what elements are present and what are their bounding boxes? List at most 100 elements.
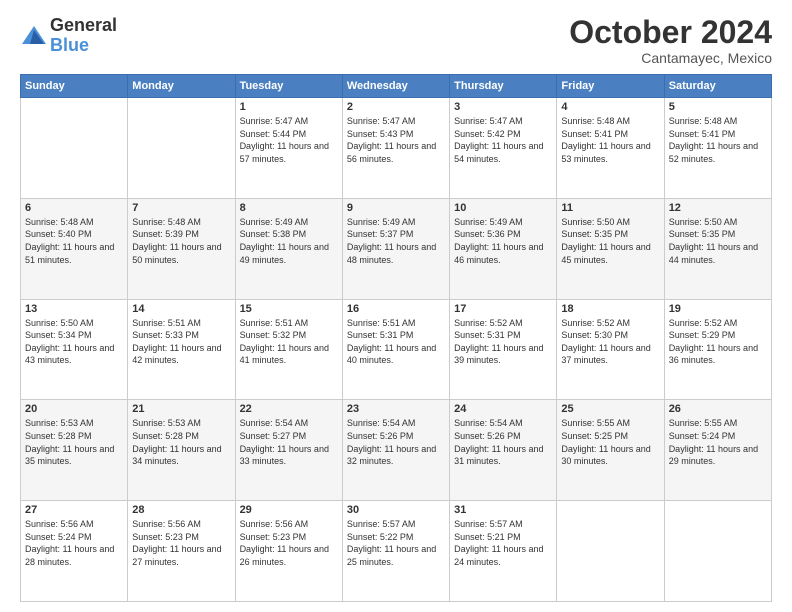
day-cell: 17Sunrise: 5:52 AM Sunset: 5:31 PM Dayli… xyxy=(450,299,557,400)
day-info: Sunrise: 5:50 AM Sunset: 5:35 PM Dayligh… xyxy=(561,216,659,266)
day-cell: 27 Sunrise: 5:56 AM Sunset: 5:24 PM Dayli… xyxy=(21,501,128,602)
day-cell: 19 Sunrise: 5:52 AM Sunset: 5:29 PM Dayli… xyxy=(664,299,771,400)
week-row: 1 Sunrise: 5:47 AM Sunset: 5:44 PM Daylig… xyxy=(21,98,772,199)
weekday-row: SundayMondayTuesdayWednesdayThursdayFrid… xyxy=(21,75,772,98)
day-info: Sunrise: 5:56 AM Sunset: 5:23 PM Dayligh… xyxy=(132,518,230,568)
day-info: Sunrise: 5:54 AM Sunset: 5:27 PM Dayligh… xyxy=(240,417,338,467)
day-number: 11 xyxy=(561,202,659,214)
day-cell: 23 Sunrise: 5:54 AM Sunset: 5:26 PM Dayli… xyxy=(342,400,449,501)
day-number: 14 xyxy=(132,303,230,315)
day-number: 21 xyxy=(132,403,230,415)
day-cell: 12 Sunrise: 5:50 AM Sunset: 5:35 PM Dayli… xyxy=(664,198,771,299)
day-number: 20 xyxy=(25,403,123,415)
day-cell: 15Sunrise: 5:51 AM Sunset: 5:32 PM Dayli… xyxy=(235,299,342,400)
day-cell: 24 Sunrise: 5:54 AM Sunset: 5:26 PM Dayli… xyxy=(450,400,557,501)
day-number: 29 xyxy=(240,504,338,516)
weekday-header: Sunday xyxy=(21,75,128,98)
day-number: 16 xyxy=(347,303,445,315)
day-number: 23 xyxy=(347,403,445,415)
day-info: Sunrise: 5:53 AM Sunset: 5:28 PM Dayligh… xyxy=(25,417,123,467)
header: General Blue October 2024 Cantamayec, Me… xyxy=(20,16,772,66)
day-info: Sunrise: 5:48 AM Sunset: 5:40 PM Dayligh… xyxy=(25,216,123,266)
weekday-header: Tuesday xyxy=(235,75,342,98)
day-cell: 10Sunrise: 5:49 AM Sunset: 5:36 PM Dayli… xyxy=(450,198,557,299)
day-number: 26 xyxy=(669,403,767,415)
day-number: 13 xyxy=(25,303,123,315)
day-cell: 25 Sunrise: 5:55 AM Sunset: 5:25 PM Dayli… xyxy=(557,400,664,501)
logo-blue: Blue xyxy=(50,36,117,56)
day-info: Sunrise: 5:52 AM Sunset: 5:29 PM Dayligh… xyxy=(669,317,767,367)
day-number: 7 xyxy=(132,202,230,214)
title-section: October 2024 Cantamayec, Mexico xyxy=(569,16,772,66)
week-row: 13 Sunrise: 5:50 AM Sunset: 5:34 PM Dayli… xyxy=(21,299,772,400)
day-info: Sunrise: 5:49 AM Sunset: 5:36 PM Dayligh… xyxy=(454,216,552,266)
weekday-header: Monday xyxy=(128,75,235,98)
day-cell: 31Sunrise: 5:57 AM Sunset: 5:21 PM Dayli… xyxy=(450,501,557,602)
day-info: Sunrise: 5:55 AM Sunset: 5:25 PM Dayligh… xyxy=(561,417,659,467)
day-number: 28 xyxy=(132,504,230,516)
day-number: 1 xyxy=(240,101,338,113)
day-info: Sunrise: 5:50 AM Sunset: 5:34 PM Dayligh… xyxy=(25,317,123,367)
day-cell xyxy=(664,501,771,602)
day-cell: 16 Sunrise: 5:51 AM Sunset: 5:31 PM Dayli… xyxy=(342,299,449,400)
day-cell: 4Sunrise: 5:48 AM Sunset: 5:41 PM Daylig… xyxy=(557,98,664,199)
day-number: 3 xyxy=(454,101,552,113)
day-cell: 1 Sunrise: 5:47 AM Sunset: 5:44 PM Daylig… xyxy=(235,98,342,199)
day-number: 5 xyxy=(669,101,767,113)
day-info: Sunrise: 5:52 AM Sunset: 5:30 PM Dayligh… xyxy=(561,317,659,367)
day-info: Sunrise: 5:54 AM Sunset: 5:26 PM Dayligh… xyxy=(347,417,445,467)
weekday-header: Friday xyxy=(557,75,664,98)
day-info: Sunrise: 5:56 AM Sunset: 5:24 PM Dayligh… xyxy=(25,518,123,568)
location: Cantamayec, Mexico xyxy=(569,50,772,66)
day-number: 6 xyxy=(25,202,123,214)
week-row: 6 Sunrise: 5:48 AM Sunset: 5:40 PM Daylig… xyxy=(21,198,772,299)
logo-general: General xyxy=(50,16,117,36)
day-cell: 13 Sunrise: 5:50 AM Sunset: 5:34 PM Dayli… xyxy=(21,299,128,400)
day-info: Sunrise: 5:51 AM Sunset: 5:31 PM Dayligh… xyxy=(347,317,445,367)
day-info: Sunrise: 5:51 AM Sunset: 5:32 PM Dayligh… xyxy=(240,317,338,367)
day-info: Sunrise: 5:54 AM Sunset: 5:26 PM Dayligh… xyxy=(454,417,552,467)
day-cell: 3 Sunrise: 5:47 AM Sunset: 5:42 PM Daylig… xyxy=(450,98,557,199)
day-cell xyxy=(21,98,128,199)
day-number: 24 xyxy=(454,403,552,415)
weekday-header: Thursday xyxy=(450,75,557,98)
day-cell: 14 Sunrise: 5:51 AM Sunset: 5:33 PM Dayli… xyxy=(128,299,235,400)
calendar-header: SundayMondayTuesdayWednesdayThursdayFrid… xyxy=(21,75,772,98)
day-cell: 8Sunrise: 5:49 AM Sunset: 5:38 PM Daylig… xyxy=(235,198,342,299)
day-number: 18 xyxy=(561,303,659,315)
day-info: Sunrise: 5:48 AM Sunset: 5:41 PM Dayligh… xyxy=(561,115,659,165)
day-info: Sunrise: 5:57 AM Sunset: 5:21 PM Dayligh… xyxy=(454,518,552,568)
day-cell: 20 Sunrise: 5:53 AM Sunset: 5:28 PM Dayli… xyxy=(21,400,128,501)
day-cell: 9Sunrise: 5:49 AM Sunset: 5:37 PM Daylig… xyxy=(342,198,449,299)
day-number: 30 xyxy=(347,504,445,516)
day-number: 25 xyxy=(561,403,659,415)
day-number: 27 xyxy=(25,504,123,516)
day-info: Sunrise: 5:57 AM Sunset: 5:22 PM Dayligh… xyxy=(347,518,445,568)
day-info: Sunrise: 5:47 AM Sunset: 5:43 PM Dayligh… xyxy=(347,115,445,165)
day-info: Sunrise: 5:49 AM Sunset: 5:38 PM Dayligh… xyxy=(240,216,338,266)
calendar-body: 1 Sunrise: 5:47 AM Sunset: 5:44 PM Daylig… xyxy=(21,98,772,602)
day-number: 9 xyxy=(347,202,445,214)
week-row: 20 Sunrise: 5:53 AM Sunset: 5:28 PM Dayli… xyxy=(21,400,772,501)
month-title: October 2024 xyxy=(569,16,772,48)
day-number: 19 xyxy=(669,303,767,315)
day-number: 12 xyxy=(669,202,767,214)
day-cell xyxy=(557,501,664,602)
calendar: SundayMondayTuesdayWednesdayThursdayFrid… xyxy=(20,74,772,602)
logo-icon xyxy=(20,22,48,50)
logo: General Blue xyxy=(20,16,117,56)
day-info: Sunrise: 5:51 AM Sunset: 5:33 PM Dayligh… xyxy=(132,317,230,367)
day-info: Sunrise: 5:47 AM Sunset: 5:42 PM Dayligh… xyxy=(454,115,552,165)
day-info: Sunrise: 5:55 AM Sunset: 5:24 PM Dayligh… xyxy=(669,417,767,467)
day-info: Sunrise: 5:47 AM Sunset: 5:44 PM Dayligh… xyxy=(240,115,338,165)
day-cell: 22Sunrise: 5:54 AM Sunset: 5:27 PM Dayli… xyxy=(235,400,342,501)
day-info: Sunrise: 5:50 AM Sunset: 5:35 PM Dayligh… xyxy=(669,216,767,266)
day-number: 17 xyxy=(454,303,552,315)
day-cell: 7Sunrise: 5:48 AM Sunset: 5:39 PM Daylig… xyxy=(128,198,235,299)
day-cell: 6 Sunrise: 5:48 AM Sunset: 5:40 PM Daylig… xyxy=(21,198,128,299)
day-number: 2 xyxy=(347,101,445,113)
day-cell: 11 Sunrise: 5:50 AM Sunset: 5:35 PM Dayli… xyxy=(557,198,664,299)
page: General Blue October 2024 Cantamayec, Me… xyxy=(0,0,792,612)
day-info: Sunrise: 5:48 AM Sunset: 5:41 PM Dayligh… xyxy=(669,115,767,165)
day-info: Sunrise: 5:56 AM Sunset: 5:23 PM Dayligh… xyxy=(240,518,338,568)
